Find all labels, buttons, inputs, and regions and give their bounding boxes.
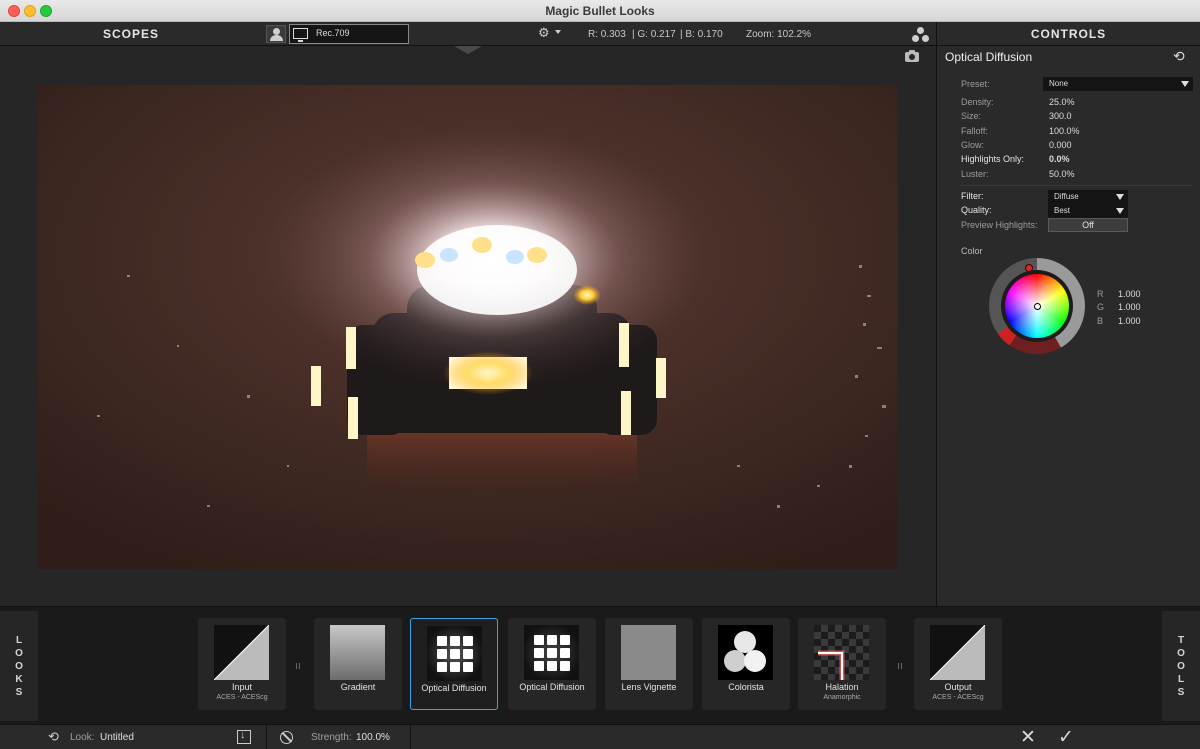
camera-icon[interactable] (905, 50, 919, 62)
top-toolbar: SCOPES Rec.709 ⚙ R: 0.303 | G: 0.217 | B… (0, 22, 1200, 46)
chevron-down-icon (1181, 81, 1189, 87)
chevron-down-icon[interactable] (555, 30, 561, 34)
display-profile-select[interactable]: Rec.709 (289, 24, 409, 44)
grid-icon (524, 625, 579, 680)
param-label-size: Size: (961, 111, 982, 121)
title-bar: Magic Bullet Looks (0, 0, 1200, 22)
tool-halation[interactable]: Halation Anamorphic (798, 618, 886, 710)
intensity-knob[interactable] (1025, 264, 1033, 272)
controls-header: CONTROLS (936, 22, 1200, 46)
color-wheel[interactable] (989, 258, 1085, 354)
quality-select[interactable]: Best (1048, 204, 1128, 218)
quality-label: Quality: (961, 205, 992, 215)
preview-highlights-label: Preview Highlights: (961, 220, 1038, 230)
bypass-icon[interactable] (280, 731, 293, 744)
param-value-falloff[interactable]: 100.0% (1049, 126, 1080, 136)
tool-gradient[interactable]: Gradient (314, 618, 402, 710)
param-value-glow[interactable]: 0.000 (1049, 140, 1072, 150)
preset-label: Preset: (961, 79, 990, 89)
circles-icon[interactable] (912, 27, 930, 43)
tool-optical-diffusion[interactable]: Optical Diffusion (508, 618, 596, 710)
display-profile-value: Rec.709 (316, 28, 350, 38)
tool-output[interactable]: Output ACES - ACEScg (914, 618, 1002, 710)
rgb-label-r: R (1097, 289, 1104, 299)
tool-colorista[interactable]: Colorista (702, 618, 790, 710)
readout-b: | B: 0.170 (680, 29, 723, 40)
ramp-icon (930, 625, 985, 680)
user-button[interactable] (266, 25, 286, 43)
preset-select[interactable]: None (1043, 77, 1193, 91)
tool-input[interactable]: Input ACES - ACEScg (198, 618, 286, 710)
preview-image-render (37, 85, 898, 569)
color-picker-handle[interactable] (1034, 303, 1041, 310)
window-title: Magic Bullet Looks (545, 4, 655, 18)
chevron-down-icon (1116, 194, 1124, 200)
strength-value[interactable]: 100.0% (356, 732, 390, 743)
viewer-collapse-handle[interactable] (454, 46, 482, 54)
param-value-size[interactable]: 300.0 (1049, 111, 1072, 121)
vignette-icon (621, 625, 676, 680)
param-label-glow: Glow: (961, 140, 985, 150)
rgb-value-r[interactable]: 1.000 (1118, 289, 1141, 299)
rgb-label-g: G (1097, 302, 1105, 312)
monitor-icon (293, 28, 308, 42)
param-value-luster[interactable]: 50.0% (1049, 169, 1075, 179)
chain-separator (898, 663, 902, 669)
reset-icon[interactable]: ⟲ (1173, 48, 1185, 65)
person-icon (273, 28, 280, 35)
rgb-value-g[interactable]: 1.000 (1118, 302, 1141, 312)
tool-optical-diffusion-selected[interactable]: Optical Diffusion (410, 618, 498, 710)
halation-icon (814, 625, 869, 680)
confirm-icon[interactable]: ✓ (1058, 726, 1074, 749)
tool-lens-vignette[interactable]: Lens Vignette (605, 618, 693, 710)
filter-label: Filter: (961, 191, 984, 201)
tools-tab[interactable]: T O O L S (1162, 611, 1200, 721)
undo-icon[interactable]: ⟲ (48, 729, 59, 745)
filter-value: Diffuse (1054, 192, 1079, 201)
preset-value: None (1049, 79, 1069, 88)
readout-g: | G: 0.217 (632, 29, 676, 40)
gradient-icon (330, 625, 385, 680)
cancel-icon[interactable]: ✕ (1020, 726, 1036, 749)
param-value-density[interactable]: 25.0% (1049, 97, 1075, 107)
color-label: Color (961, 246, 983, 256)
gear-icon[interactable]: ⚙ (538, 26, 550, 40)
param-label-density: Density: (961, 97, 994, 107)
controls-panel: Optical Diffusion ⟲ Preset: None Density… (936, 46, 1200, 606)
look-label: Look: (70, 732, 95, 743)
scopes-tab[interactable]: SCOPES (0, 22, 262, 46)
save-icon[interactable] (237, 729, 251, 744)
chevron-down-icon (1116, 208, 1124, 214)
looks-tab[interactable]: L O O K S (0, 611, 38, 721)
param-value-highlights-only[interactable]: 0.0% (1049, 154, 1070, 164)
readout-r: R: 0.303 (588, 29, 626, 40)
panel-title: Optical Diffusion (945, 50, 1033, 64)
param-label-luster: Luster: (961, 169, 989, 179)
param-label-highlights-only: Highlights Only: (961, 154, 1025, 164)
chain-separator (296, 663, 300, 669)
rgb-label-b: B (1097, 316, 1104, 326)
look-name[interactable]: Untitled (100, 732, 134, 743)
preview-highlights-toggle[interactable]: Off (1048, 218, 1128, 232)
divider (961, 185, 1193, 186)
param-label-falloff: Falloff: (961, 126, 988, 136)
grid-glow-icon (427, 626, 482, 681)
quality-value: Best (1054, 206, 1071, 215)
preview-image[interactable] (37, 85, 898, 569)
rgb-value-b[interactable]: 1.000 (1118, 316, 1141, 326)
filter-select[interactable]: Diffuse (1048, 190, 1128, 204)
status-bar: ⟲ Look: Untitled Strength: 100.0% ✕ ✓ (0, 724, 1200, 749)
ramp-icon (214, 625, 269, 680)
image-viewer[interactable] (0, 46, 936, 606)
strength-label: Strength: (311, 732, 352, 743)
color-circles-icon (718, 625, 773, 680)
tool-chain-strip: L O O K S T O O L S Input ACES - ACEScg … (0, 606, 1200, 724)
zoom-readout: Zoom: 102.2% (746, 29, 812, 40)
